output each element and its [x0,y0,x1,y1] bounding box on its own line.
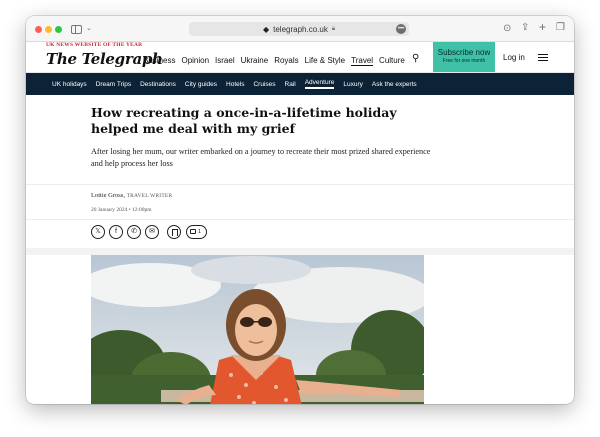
nav-item-travel[interactable]: Travel [351,56,374,66]
ellipsis-icon[interactable]: ••• [396,24,406,34]
divider [26,184,574,185]
browser-toolbar: ⌄ ◆ telegraph.co.uk 🔒︎ ••• ⊙ ⇪ + ❐ [26,16,574,42]
section-nav-item-dream-trips[interactable]: Dream Trips [96,81,131,88]
address-bar[interactable]: ◆ telegraph.co.uk 🔒︎ ••• [189,22,409,36]
site-tagline: UK NEWS WEBSITE OF THE YEAR [46,42,143,48]
hero-photo [91,255,424,404]
section-nav-item-adventure[interactable]: Adventure [304,79,335,89]
comments-button[interactable]: 1 [186,225,207,239]
subscribe-sublabel: Free for one month [442,58,486,64]
share-whatsapp-icon[interactable]: ✆ [127,225,141,239]
nav-item-royals[interactable]: Royals [274,56,298,66]
article-standfirst: After losing her mum, our writer embarke… [91,147,431,168]
section-nav-item-cruises[interactable]: Cruises [253,81,275,88]
share-email-icon[interactable]: ✉ [145,225,159,239]
divider [26,219,574,220]
nav-item-culture[interactable]: Culture [379,56,405,66]
minimize-window-button[interactable] [45,26,52,33]
comment-count: 1 [198,229,202,235]
maximize-window-button[interactable] [55,26,62,33]
nav-item-business[interactable]: Business [143,56,175,66]
chevron-down-icon[interactable]: ⌄ [86,23,92,35]
share-x-icon[interactable]: 𝕏 [91,225,105,239]
section-separator [26,248,574,255]
subscribe-label: Subscribe now [437,48,491,57]
nav-item-opinion[interactable]: Opinion [181,56,209,66]
close-window-button[interactable] [35,26,42,33]
nav-item-israel[interactable]: Israel [215,56,235,66]
search-icon[interactable]: ⚲ [412,53,419,64]
author-name[interactable]: Lottie Gross, [91,192,125,199]
browser-window: ⌄ ◆ telegraph.co.uk 🔒︎ ••• ⊙ ⇪ + ❐ UK NE… [26,16,574,404]
hamburger-menu-icon[interactable] [538,54,548,61]
section-nav-item-hotels[interactable]: Hotels [226,81,244,88]
comment-icon [190,229,196,235]
site-header: UK NEWS WEBSITE OF THE YEAR The Telegrap… [26,42,574,73]
download-icon[interactable]: ⊙ [503,23,511,35]
tab-overview-icon[interactable]: ❐ [556,22,565,34]
section-nav-item-luxury[interactable]: Luxury [343,81,363,88]
author-role: TRAVEL WRITER [126,193,173,199]
bookmark-icon[interactable] [167,225,181,239]
section-nav-item-rail[interactable]: Rail [285,81,296,88]
byline: Lottie Gross, TRAVEL WRITER [91,192,172,199]
share-icon[interactable]: ⇪ [521,22,529,34]
site-favicon-icon: ◆ [262,24,270,34]
sidebar-toggle-icon[interactable] [71,25,82,34]
hero-image [91,255,424,404]
lock-icon: 🔒︎ [331,25,336,32]
section-nav: UK holidays Dream Trips Destinations City g… [26,73,574,95]
primary-nav: Business Opinion Israel Ukraine Royals Life &… [143,56,405,66]
article-headline: How recreating a once-in-a-lifetime holi… [91,105,397,136]
subscribe-button[interactable]: Subscribe now Free for one month [433,42,495,72]
section-nav-item-ask-the-experts[interactable]: Ask the experts [372,81,417,88]
section-nav-item-uk-holidays[interactable]: UK holidays [52,81,87,88]
address-bar-url: telegraph.co.uk [273,24,328,34]
new-tab-icon[interactable]: + [539,21,546,33]
section-nav-item-city-guides[interactable]: City guides [185,81,217,88]
section-nav-item-destinations[interactable]: Destinations [140,81,176,88]
login-link[interactable]: Log in [503,53,525,62]
nav-item-ukraine[interactable]: Ukraine [241,56,269,66]
publish-date: 20 January 2024 • 12:00pm [91,207,152,213]
share-facebook-icon[interactable]: f [109,225,123,239]
nav-item-life-style[interactable]: Life & Style [305,56,345,66]
